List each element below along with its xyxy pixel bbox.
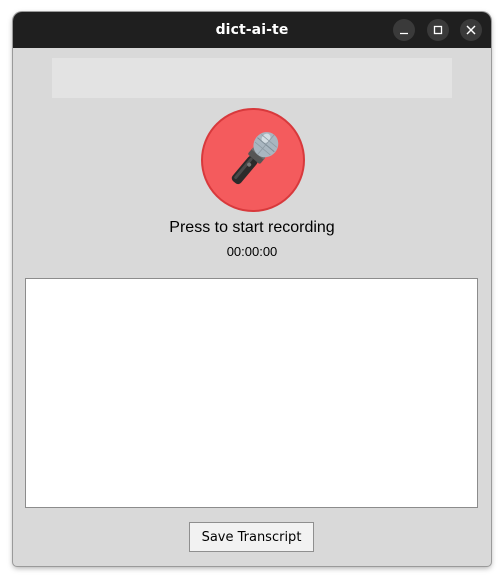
minimize-icon xyxy=(400,32,408,35)
microphone-icon xyxy=(231,132,279,185)
recording-timer: 00:00:00 xyxy=(226,244,278,259)
title-bar[interactable]: dict-ai-te xyxy=(13,12,491,48)
recording-status-label: Press to start recording xyxy=(169,219,335,236)
transcript-textarea[interactable] xyxy=(25,278,478,508)
save-transcript-button[interactable]: Save Transcript xyxy=(189,522,314,552)
maximize-icon xyxy=(433,25,443,35)
window-title: dict-ai-te xyxy=(215,22,289,38)
status-message-area xyxy=(52,58,452,98)
app-window: dict-ai-te Press to start recording 00:0… xyxy=(13,12,491,566)
minimize-button[interactable] xyxy=(393,19,415,41)
record-button[interactable] xyxy=(201,108,305,212)
close-button[interactable] xyxy=(460,19,482,41)
maximize-button[interactable] xyxy=(427,19,449,41)
close-icon xyxy=(466,25,476,35)
